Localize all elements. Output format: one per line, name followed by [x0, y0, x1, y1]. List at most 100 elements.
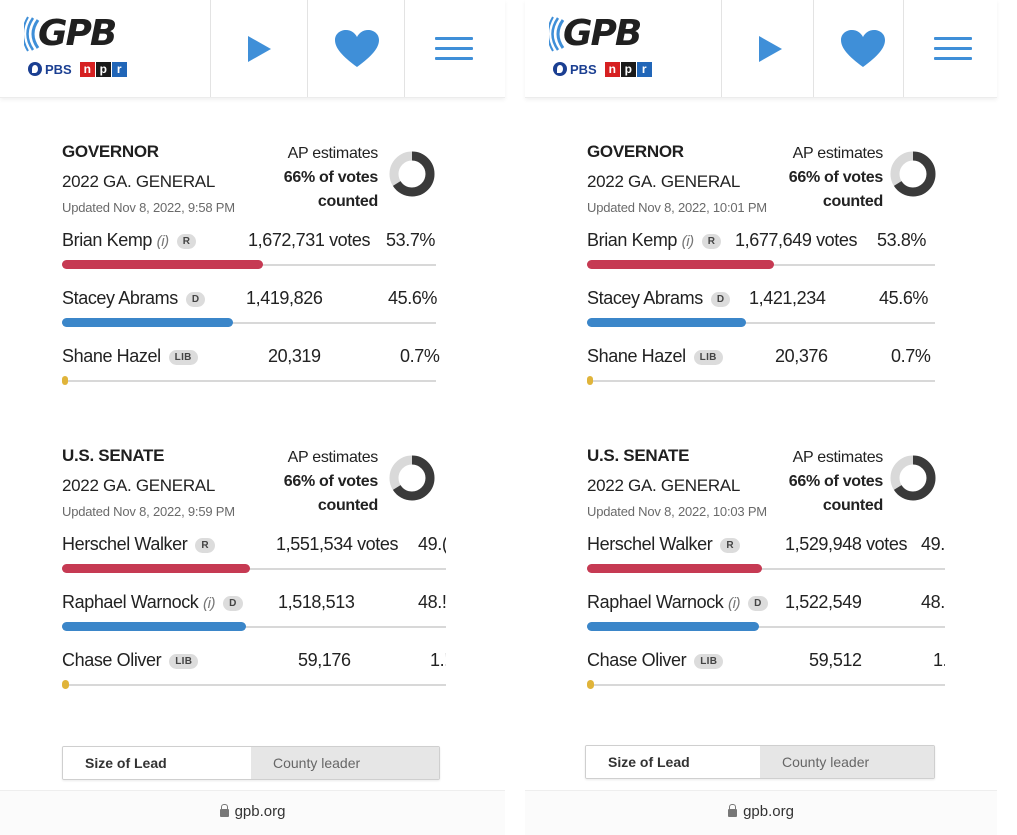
candidate-votes: 1,518,513	[278, 592, 355, 612]
race-title: GOVERNOR	[62, 142, 159, 161]
gpb-logo[interactable]: GPB PBS n p r	[549, 12, 709, 82]
browser-url-bar[interactable]: gpb.org	[525, 790, 997, 835]
candidate-row: Shane Hazel LIB 20,376 0.7%	[587, 346, 935, 398]
url-display: gpb.org	[219, 803, 285, 820]
screenshot-right: GPB PBS n p r GOVERNOR 2022 GA. GENERAL …	[525, 0, 997, 835]
ap-line: counted	[317, 193, 378, 210]
vote-bar-fill	[587, 376, 593, 385]
vote-bar-fill	[62, 260, 263, 269]
party-badge: D	[748, 596, 768, 611]
screenshot-left: GPB PBS n p r GOVERNOR 2022 GA. GENERAL …	[0, 0, 505, 835]
npr-letter: r	[636, 61, 652, 77]
candidate-votes: 20,376	[775, 346, 828, 366]
play-button[interactable]	[721, 0, 819, 97]
votes-counted-donut	[890, 455, 936, 501]
menu-button[interactable]	[404, 0, 502, 97]
candidate-row: Herschel Walker R 1,529,948 votes 49.	[587, 534, 945, 586]
candidate-row: Raphael Warnock (i) D 1,522,549 48.	[587, 592, 945, 644]
candidate-row: Chase OliverLIB 59,176 1.!	[62, 650, 446, 702]
candidate-name: Brian Kemp (i) R	[62, 230, 197, 251]
candidate-name: Stacey Abrams D	[62, 288, 206, 309]
menu-button[interactable]	[903, 0, 1001, 97]
ap-line: 66% of votes	[283, 169, 379, 186]
vote-bar-fill	[587, 680, 594, 689]
race-updated: Updated Nov 8, 2022, 9:58 PM	[62, 200, 235, 215]
candidate-name: Herschel Walker R	[587, 534, 740, 555]
pbs-logo: PBS	[570, 61, 597, 77]
ap-estimate: AP estimates 66% of votes counted	[268, 446, 379, 518]
vote-bar-fill	[62, 564, 251, 573]
vote-bar-track	[62, 376, 436, 385]
play-icon	[248, 35, 271, 62]
candidate-votes: 59,512	[809, 650, 862, 670]
ap-line: counted	[822, 193, 883, 210]
npr-letter: p	[620, 61, 636, 77]
ap-line: AP estimates	[287, 145, 379, 162]
ap-estimate: AP estimates 66% of votes counted	[773, 446, 884, 518]
play-button[interactable]	[210, 0, 308, 97]
race-updated: Updated Nov 8, 2022, 9:59 PM	[62, 504, 235, 519]
npr-letter: n	[79, 61, 95, 77]
candidate-name: Chase Oliver LIB	[62, 650, 199, 671]
gpb-logo[interactable]: GPB PBS n p r	[24, 12, 184, 82]
party-badge: D	[185, 292, 206, 307]
county-leader-tab[interactable]: County leader	[251, 747, 439, 779]
ap-line: 66% of votes	[283, 473, 379, 490]
candidate-percent: 45.6%	[388, 288, 438, 308]
gpb-logo-text: GPB	[563, 13, 642, 54]
candidate-votes: 1,529,948 votes	[785, 534, 908, 554]
npr-letter: n	[604, 61, 620, 77]
pbs-logo: PBS	[45, 61, 72, 77]
hamburger-icon	[434, 30, 473, 67]
ap-line: AP estimates	[792, 145, 884, 162]
partner-logos: PBS n p r	[553, 60, 653, 78]
candidate-percent: 49.	[921, 534, 945, 554]
browser-url-bar[interactable]: gpb.org	[0, 790, 505, 835]
candidate-votes: 1,419,826	[246, 288, 323, 308]
vote-bar-fill	[62, 376, 68, 385]
candidate-percent: 45.6%	[879, 288, 929, 308]
ap-estimate: AP estimates 66% of votes counted	[268, 142, 379, 214]
vote-bar-track	[62, 622, 446, 631]
vote-bar-fill	[587, 260, 775, 269]
candidate-percent: 48.	[921, 592, 945, 612]
vote-bar-track	[62, 680, 446, 689]
vote-bar-fill	[587, 318, 746, 327]
candidate-row: Stacey Abrams D 1,419,826 45.6%	[62, 288, 438, 340]
candidate-name: Shane Hazel LIB	[62, 346, 198, 367]
vote-bar-track	[587, 376, 935, 385]
candidate-row: Brian Kemp (i) R 1,672,731 votes 53.7%	[62, 230, 436, 282]
candidate-votes: 1,677,649 votes	[735, 230, 858, 250]
party-badge: R	[176, 234, 197, 249]
ap-line: counted	[317, 497, 378, 514]
race-updated: Updated Nov 8, 2022, 10:03 PM	[587, 504, 767, 519]
race-subtitle: 2022 GA. GENERAL	[587, 476, 740, 495]
vote-bar-track	[587, 622, 945, 631]
url-display: gpb.org	[728, 803, 794, 820]
candidate-row: Shane Hazel LIB 20,319 0.7%	[62, 346, 440, 398]
heart-icon	[334, 29, 379, 67]
candidate-name: Herschel Walker R	[62, 534, 215, 555]
race-title: U.S. SENATE	[62, 446, 165, 465]
candidate-name: Raphael Warnock (i) D	[587, 592, 768, 613]
candidate-percent: 1.	[933, 650, 945, 670]
candidate-votes: 20,319	[268, 346, 321, 366]
donate-button[interactable]	[813, 0, 911, 97]
race-subtitle: 2022 GA. GENERAL	[62, 172, 215, 191]
county-leader-tab[interactable]: County leader	[760, 746, 934, 778]
race-title: GOVERNOR	[587, 142, 684, 161]
vote-bar-fill	[62, 622, 247, 631]
size-of-lead-tab[interactable]: Size of Lead	[586, 746, 760, 778]
size-of-lead-tab[interactable]: Size of Lead	[63, 747, 251, 779]
candidate-votes: 1,551,534 votes	[276, 534, 399, 554]
candidate-name: Brian Kemp (i) R	[587, 230, 722, 251]
candidate-percent: 53.7%	[386, 230, 436, 250]
npr-letter: p	[95, 61, 111, 77]
candidate-percent: 0.7%	[891, 346, 931, 366]
party-badge: D	[710, 292, 731, 307]
candidate-name: Raphael Warnock (i) D	[62, 592, 243, 613]
candidate-percent: 1.!	[430, 650, 446, 670]
donate-button[interactable]	[307, 0, 405, 97]
race-updated: Updated Nov 8, 2022, 10:01 PM	[587, 200, 767, 215]
candidate-row: Raphael Warnock (i) D 1,518,513 48.!	[62, 592, 446, 644]
